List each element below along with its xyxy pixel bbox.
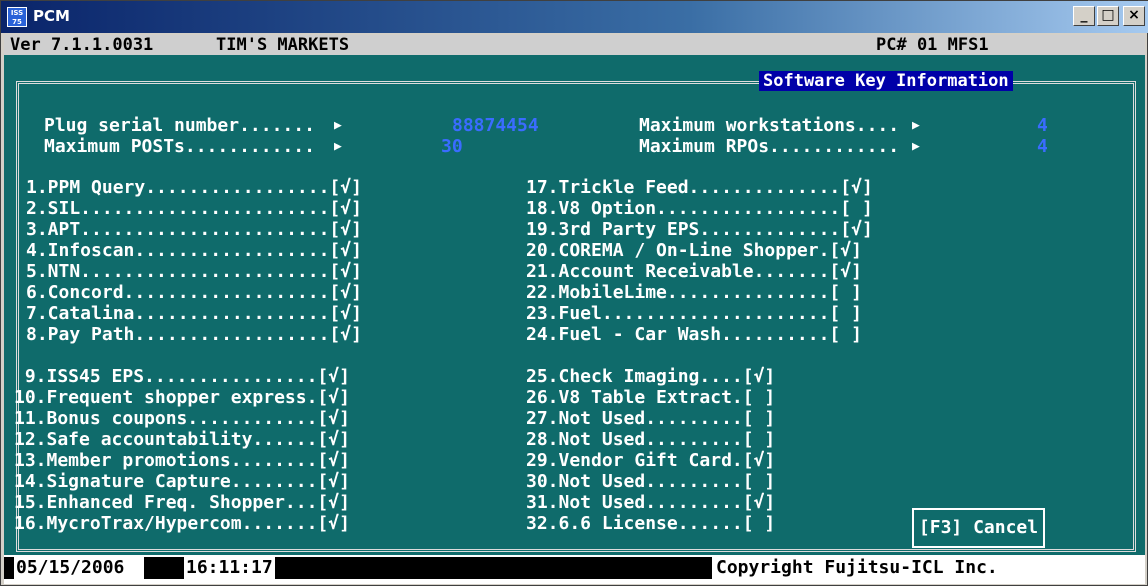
option-item: 14.Signature Capture........[√] xyxy=(14,471,350,492)
copyright-text: Copyright Fujitsu-ICL Inc. xyxy=(712,557,1002,579)
max-workstations-label: Maximum workstations.... xyxy=(639,115,900,136)
option-item: 3.APT.......................[√] xyxy=(26,219,362,240)
window-title: PCM xyxy=(33,7,70,25)
pcm-window: ISS 75 PCM _ □ × Ver 7.1.1.0031 TIM'S MAR… xyxy=(0,0,1148,586)
max-workstations-value: 4 xyxy=(1037,115,1048,136)
option-item: 28.Not Used.........[ ] xyxy=(526,429,776,450)
option-item: 20.COREMA / On-Line Shopper.[√] xyxy=(526,240,862,261)
option-item: 19.3rd Party EPS.............[√] xyxy=(526,219,873,240)
arrow-right-icon: ▶ xyxy=(912,139,920,154)
option-item: 6.Concord...................[√] xyxy=(26,282,362,303)
arrow-right-icon: ▶ xyxy=(912,118,920,133)
header-bar: Ver 7.1.1.0031 TIM'S MARKETS PC# 01 MFS1 xyxy=(4,35,1145,55)
option-item: 15.Enhanced Freq. Shopper...[√] xyxy=(14,492,350,513)
option-item: 8.Pay Path..................[√] xyxy=(26,324,362,345)
title-bar[interactable]: ISS 75 PCM _ □ × xyxy=(1,1,1148,33)
options-right-top: 17.Trickle Feed..............[√] 18.V8 O… xyxy=(526,177,873,345)
option-item: 11.Bonus coupons............[√] xyxy=(14,408,350,429)
max-rpos-value: 4 xyxy=(1037,136,1048,157)
panel-title: Software Key Information xyxy=(759,71,1013,91)
max-posts-label: Maximum POSTs............ xyxy=(44,136,315,157)
option-item: 13.Member promotions........[√] xyxy=(14,450,350,471)
option-item: 4.Infoscan..................[√] xyxy=(26,240,362,261)
options-right-bottom: 25.Check Imaging....[√] 26.V8 Table Extr… xyxy=(526,366,775,534)
option-item: 31.Not Used.........[√] xyxy=(526,492,776,513)
maximize-icon: □ xyxy=(1101,7,1115,23)
options-left-bottom: 9.ISS45 EPS................[√] 10.Freque… xyxy=(14,366,350,534)
option-item: 30.Not Used.........[ ] xyxy=(526,471,776,492)
app-icon: ISS 75 xyxy=(7,7,27,27)
cursor-block xyxy=(4,557,14,579)
max-posts-value: 30 xyxy=(441,136,463,157)
maximize-button[interactable]: □ xyxy=(1097,6,1119,26)
plug-serial-label: Plug serial number....... xyxy=(44,115,315,136)
status-filler xyxy=(144,557,189,579)
option-item: 23.Fuel.....................[ ] xyxy=(526,303,862,324)
plug-serial-value: 88874454 xyxy=(452,115,539,136)
option-item: 12.Safe accountability......[√] xyxy=(14,429,350,450)
status-bar: 05/15/2006 16:11:17 Copyright Fujitsu-IC… xyxy=(4,555,1145,584)
status-date: 05/15/2006 xyxy=(14,557,127,579)
options-left-top: 1.PPM Query.................[√] 2.SIL...… xyxy=(26,177,362,345)
option-item: 24.Fuel - Car Wash..........[ ] xyxy=(526,324,862,345)
option-item: 25.Check Imaging....[√] xyxy=(526,366,776,387)
option-item: 7.Catalina..................[√] xyxy=(26,303,362,324)
option-item: 27.Not Used.........[ ] xyxy=(526,408,776,429)
option-item: 1.PPM Query.................[√] xyxy=(26,177,362,198)
option-item: 29.Vendor Gift Card.[√] xyxy=(526,450,776,471)
status-filler xyxy=(264,557,716,579)
option-item: 21.Account Receivable.......[√] xyxy=(526,261,862,282)
terminal-screen: Ver 7.1.1.0031 TIM'S MARKETS PC# 01 MFS1… xyxy=(4,35,1145,584)
option-item: 16.MycroTrax/Hypercom.......[√] xyxy=(14,513,350,534)
minimize-button[interactable]: _ xyxy=(1073,6,1095,26)
status-time: 16:11:17 xyxy=(184,557,275,579)
version-label: Ver 7.1.1.0031 xyxy=(10,35,154,55)
minimize-icon: _ xyxy=(1080,7,1088,23)
option-item: 26.V8 Table Extract.[ ] xyxy=(526,387,776,408)
max-rpos-label: Maximum RPOs............ xyxy=(639,136,900,157)
option-item: 10.Frequent shopper express.[√] xyxy=(14,387,350,408)
option-item: 9.ISS45 EPS................[√] xyxy=(14,366,350,387)
arrow-right-icon: ▶ xyxy=(334,118,342,133)
close-icon: × xyxy=(1128,7,1140,23)
option-item: 5.NTN.......................[√] xyxy=(26,261,362,282)
option-item: 22.MobileLime...............[ ] xyxy=(526,282,862,303)
arrow-right-icon: ▶ xyxy=(334,139,342,154)
option-item: 18.V8 Option.................[ ] xyxy=(526,198,873,219)
close-button[interactable]: × xyxy=(1123,6,1145,26)
option-item: 32.6.6 License......[ ] xyxy=(526,513,776,534)
store-name: TIM'S MARKETS xyxy=(216,35,350,55)
option-item: 17.Trickle Feed..............[√] xyxy=(526,177,873,198)
option-item: 2.SIL.......................[√] xyxy=(26,198,362,219)
pc-id: PC# 01 MFS1 xyxy=(876,35,989,55)
cancel-button[interactable]: [F3] Cancel xyxy=(912,508,1045,548)
